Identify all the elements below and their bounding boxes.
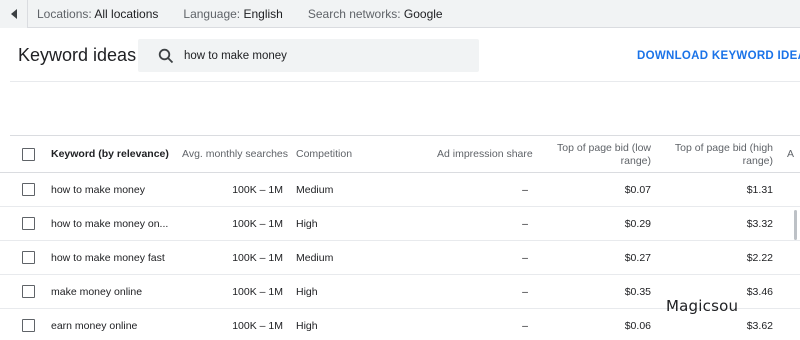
column-header-bid-low[interactable]: Top of page bid (low range)	[545, 142, 651, 168]
bid-low-header-line2: range)	[620, 155, 651, 167]
column-header-competition[interactable]: Competition	[296, 148, 352, 161]
search-input[interactable]: how to make money	[184, 50, 287, 62]
column-header-keyword[interactable]: Keyword (by relevance)	[51, 148, 169, 161]
avg-searches-cell: 100K – 1M	[232, 286, 283, 298]
table-row[interactable]: how to make money 100K – 1M Medium – $0.…	[0, 173, 800, 207]
bid-low-cell: $0.27	[624, 252, 651, 264]
keyword-cell: make money online	[51, 286, 143, 298]
row-checkbox[interactable]	[22, 217, 35, 230]
watermark: Magicsou	[666, 297, 739, 315]
column-header-bid-high[interactable]: Top of page bid (high range)	[664, 142, 773, 168]
filter-bar: Locations: All locations Language: Engli…	[0, 0, 800, 28]
row-checkbox[interactable]	[22, 183, 35, 196]
column-header-ad-impression-share[interactable]: Ad impression share	[437, 148, 533, 161]
avg-searches-cell: 100K – 1M	[232, 218, 283, 230]
bid-high-cell: $1.31	[746, 184, 773, 196]
table-row[interactable]: how to make money fast 100K – 1M Medium …	[0, 241, 800, 275]
collapse-button[interactable]	[0, 0, 28, 28]
download-keyword-ideas-button[interactable]: DOWNLOAD KEYWORD IDEAS	[637, 50, 800, 62]
search-networks-value: Google	[403, 6, 443, 21]
competition-cell: High	[296, 320, 318, 332]
bid-low-cell: $0.35	[624, 286, 651, 298]
impression-share-cell: –	[522, 184, 528, 196]
avg-searches-cell: 100K – 1M	[232, 320, 283, 332]
column-header-truncated[interactable]: A	[787, 148, 794, 161]
search-box[interactable]: how to make money	[138, 39, 479, 72]
table-header: Keyword (by relevance) Avg. monthly sear…	[0, 136, 800, 173]
row-checkbox[interactable]	[22, 319, 35, 332]
bid-high-header-line2: range)	[742, 155, 773, 167]
search-networks-filter[interactable]: Search networks: Google	[308, 7, 443, 21]
bid-high-cell: $3.32	[746, 218, 773, 230]
divider	[10, 81, 800, 82]
competition-cell: High	[296, 286, 318, 298]
locations-value: All locations	[94, 6, 159, 21]
impression-share-cell: –	[522, 286, 528, 298]
keyword-cell: how to make money fast	[51, 252, 165, 264]
impression-share-cell: –	[522, 252, 528, 264]
row-checkbox[interactable]	[22, 251, 35, 264]
keyword-cell: how to make money on...	[51, 218, 169, 230]
table-row[interactable]: how to make money on... 100K – 1M High –…	[0, 207, 800, 241]
scrollbar-thumb[interactable]	[794, 210, 797, 240]
impression-share-cell: –	[522, 218, 528, 230]
language-label: Language:	[183, 6, 241, 21]
search-icon	[158, 48, 174, 63]
bid-low-cell: $0.07	[624, 184, 651, 196]
bid-low-cell: $0.29	[624, 218, 651, 230]
competition-cell: High	[296, 218, 318, 230]
bid-low-header-line1: Top of page bid (low	[557, 142, 651, 154]
competition-cell: Medium	[296, 252, 334, 264]
language-filter[interactable]: Language: English	[183, 7, 282, 21]
keyword-cell: how to make money	[51, 184, 145, 196]
impression-share-cell: –	[522, 320, 528, 332]
locations-label: Locations:	[37, 6, 92, 21]
locations-filter[interactable]: Locations: All locations	[37, 7, 158, 21]
chevron-left-icon	[10, 8, 17, 19]
avg-searches-cell: 100K – 1M	[232, 184, 283, 196]
bid-high-header-line1: Top of page bid (high	[674, 142, 773, 154]
column-header-avg-monthly-searches[interactable]: Avg. monthly searches	[182, 148, 288, 161]
language-value: English	[243, 6, 283, 21]
keyword-cell: earn money online	[51, 320, 138, 332]
search-networks-label: Search networks:	[307, 6, 401, 21]
bid-low-cell: $0.06	[624, 320, 651, 332]
bid-high-cell: $2.22	[746, 252, 773, 264]
competition-cell: Medium	[296, 184, 334, 196]
bid-high-cell: $3.62	[746, 320, 773, 332]
avg-searches-cell: 100K – 1M	[232, 252, 283, 264]
select-all-checkbox[interactable]	[22, 148, 35, 161]
page-title: Keyword ideas	[18, 45, 137, 65]
row-checkbox[interactable]	[22, 285, 35, 298]
